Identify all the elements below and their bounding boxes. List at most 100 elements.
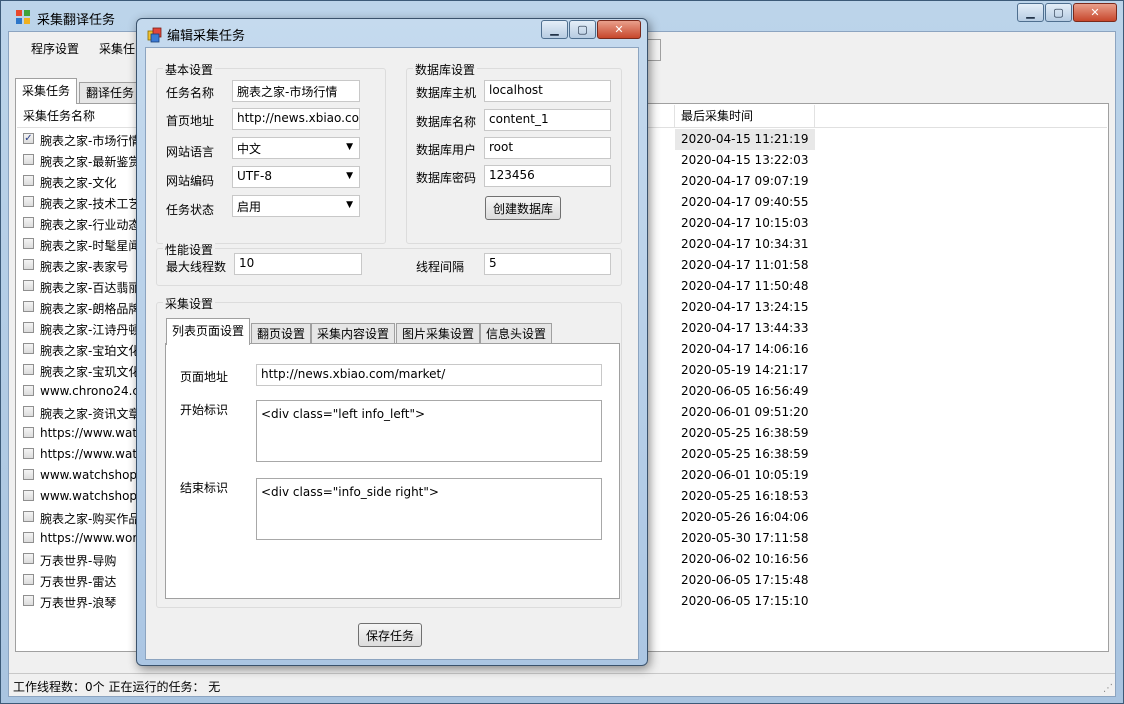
last-collect-time-cell: 2020-05-19 14:21:17 xyxy=(681,363,809,377)
row-checkbox[interactable] xyxy=(23,364,34,375)
encoding-label: 网站编码 xyxy=(166,174,215,188)
dialog-title: 编辑采集任务 xyxy=(167,29,246,44)
last-collect-time-cell: 2020-05-25 16:18:53 xyxy=(681,489,809,503)
dropdown-arrow-icon: ▼ xyxy=(346,200,353,210)
row-checkbox[interactable] xyxy=(23,427,34,438)
row-checkbox[interactable] xyxy=(23,259,34,270)
last-collect-time-cell: 2020-04-17 13:24:15 xyxy=(681,300,809,314)
dialog-close-button[interactable]: ✕ xyxy=(597,20,641,39)
dialog-app-icon xyxy=(147,27,162,43)
start-marker-label: 开始标识 xyxy=(180,403,229,417)
task-name-cell: 腕表之家-最新鉴赏 xyxy=(40,155,141,169)
db-host-label: 数据库主机 xyxy=(416,86,477,100)
last-collect-time-cell: 2020-06-02 10:16:56 xyxy=(681,552,809,566)
task-name-cell: 腕表之家-宝珀文化 xyxy=(40,344,141,358)
resize-grip-icon[interactable]: ⋰ xyxy=(1103,683,1113,694)
last-collect-time-cell: 2020-04-17 11:01:58 xyxy=(681,258,809,272)
row-checkbox[interactable] xyxy=(23,154,34,165)
row-checkbox[interactable] xyxy=(23,322,34,333)
page-url-input[interactable]: http://news.xbiao.com/market/ xyxy=(256,364,602,386)
task-name-cell: 万表世界-导购 xyxy=(40,554,117,568)
row-checkbox[interactable] xyxy=(23,553,34,564)
task-name-cell: https://www.watch xyxy=(40,426,152,440)
task-state-value: 启用 xyxy=(237,200,262,214)
tab-headers[interactable]: 信息头设置 xyxy=(480,323,553,344)
row-checkbox[interactable] xyxy=(23,532,34,543)
main-window-title: 采集翻译任务 xyxy=(37,13,116,28)
dialog-minimize-button[interactable]: ▁ xyxy=(541,20,568,39)
minimize-button[interactable]: ▁ xyxy=(1017,3,1044,22)
row-checkbox[interactable] xyxy=(23,574,34,585)
create-database-button[interactable]: 创建数据库 xyxy=(485,196,561,220)
row-checkbox[interactable] xyxy=(23,469,34,480)
db-name-label: 数据库名称 xyxy=(416,115,477,129)
home-url-label: 首页地址 xyxy=(166,114,215,128)
row-checkbox[interactable] xyxy=(23,595,34,606)
row-checkbox[interactable] xyxy=(23,448,34,459)
language-select[interactable]: 中文 ▼ xyxy=(232,137,360,159)
db-password-input[interactable]: 123456 xyxy=(484,165,611,187)
tab-content[interactable]: 采集内容设置 xyxy=(311,323,396,344)
row-checkbox[interactable] xyxy=(23,301,34,312)
menu-program-settings[interactable]: 程序设置 xyxy=(31,40,79,57)
task-name-cell: 腕表之家-朗格品牌 xyxy=(40,302,141,316)
row-checkbox[interactable] xyxy=(23,511,34,522)
row-checkbox[interactable] xyxy=(23,175,34,186)
tab-pagination[interactable]: 翻页设置 xyxy=(251,323,312,344)
language-label: 网站语言 xyxy=(166,145,215,159)
last-collect-time-cell: 2020-04-17 09:07:19 xyxy=(681,174,809,188)
row-checkbox[interactable] xyxy=(23,217,34,228)
db-host-input[interactable]: localhost xyxy=(484,80,611,102)
task-name-cell: 万表世界-雷达 xyxy=(40,575,117,589)
home-url-input[interactable]: http://news.xbiao.com xyxy=(232,108,360,130)
collect-tabstrip: 列表页面设置 翻页设置 采集内容设置 图片采集设置 信息头设置 xyxy=(166,318,626,345)
tab-translate-tasks[interactable]: 翻译任务 xyxy=(79,82,142,103)
task-name-cell: 腕表之家-百达翡丽 xyxy=(40,281,141,295)
row-checkbox[interactable] xyxy=(23,196,34,207)
tab-image[interactable]: 图片采集设置 xyxy=(396,323,481,344)
dialog-client: 基本设置 任务名称 腕表之家-市场行情 首页地址 http://news.xbi… xyxy=(145,47,639,660)
maximize-button[interactable]: ▢ xyxy=(1045,3,1072,22)
tab-list-page[interactable]: 列表页面设置 xyxy=(166,318,251,345)
task-name-cell: 腕表之家-时髦星闻 xyxy=(40,239,141,253)
save-task-button[interactable]: 保存任务 xyxy=(358,623,422,647)
end-marker-textarea[interactable]: <div class="info_side right"> xyxy=(256,478,602,540)
max-threads-input[interactable]: 10 xyxy=(234,253,362,275)
db-user-label: 数据库用户 xyxy=(416,143,477,157)
last-collect-time-cell: 2020-04-15 11:21:19 xyxy=(675,129,815,150)
last-collect-time-cell: 2020-06-05 17:15:48 xyxy=(681,573,809,587)
db-user-input[interactable]: root xyxy=(484,137,611,159)
task-name-cell: 腕表之家-表家号 xyxy=(40,260,129,274)
row-checkbox[interactable]: ✓ xyxy=(23,133,34,144)
task-state-select[interactable]: 启用 ▼ xyxy=(232,195,360,217)
tab-collect-tasks[interactable]: 采集任务 xyxy=(15,78,78,104)
max-threads-label: 最大线程数 xyxy=(166,260,227,274)
last-collect-time-cell: 2020-05-26 16:04:06 xyxy=(681,510,809,524)
row-checkbox[interactable] xyxy=(23,343,34,354)
close-icon: ✕ xyxy=(1090,6,1100,19)
last-collect-time-cell: 2020-05-25 16:38:59 xyxy=(681,426,809,440)
dialog-titlebar[interactable]: 编辑采集任务 ▁ ▢ ✕ xyxy=(137,19,647,49)
row-checkbox[interactable] xyxy=(23,490,34,501)
encoding-select[interactable]: UTF-8 ▼ xyxy=(232,166,360,188)
dialog-maximize-button[interactable]: ▢ xyxy=(569,20,596,39)
task-name-input[interactable]: 腕表之家-市场行情 xyxy=(232,80,360,102)
row-checkbox[interactable] xyxy=(23,406,34,417)
menu-collect-task[interactable]: 采集任 xyxy=(99,40,135,57)
task-name-cell: https://www.wor xyxy=(40,531,138,545)
task-name-cell: 万表世界-浪琴 xyxy=(40,596,117,610)
thread-interval-input[interactable]: 5 xyxy=(484,253,611,275)
db-password-label: 数据库密码 xyxy=(416,171,477,185)
task-name-label: 任务名称 xyxy=(166,86,215,100)
close-button[interactable]: ✕ xyxy=(1073,3,1117,22)
row-checkbox[interactable] xyxy=(23,238,34,249)
column-header-time[interactable]: 最后采集时间 xyxy=(675,105,815,127)
row-checkbox[interactable] xyxy=(23,385,34,396)
start-marker-textarea[interactable]: <div class="left info_left"> xyxy=(256,400,602,462)
row-checkbox[interactable] xyxy=(23,280,34,291)
statusbar: 工作线程数：0个 正在运行的任务： 无 ⋰ xyxy=(9,673,1115,696)
status-text: 工作线程数：0个 正在运行的任务： 无 xyxy=(13,680,221,694)
collect-settings-title: 采集设置 xyxy=(163,295,216,312)
db-name-input[interactable]: content_1 xyxy=(484,109,611,131)
encoding-value: UTF-8 xyxy=(237,169,272,183)
